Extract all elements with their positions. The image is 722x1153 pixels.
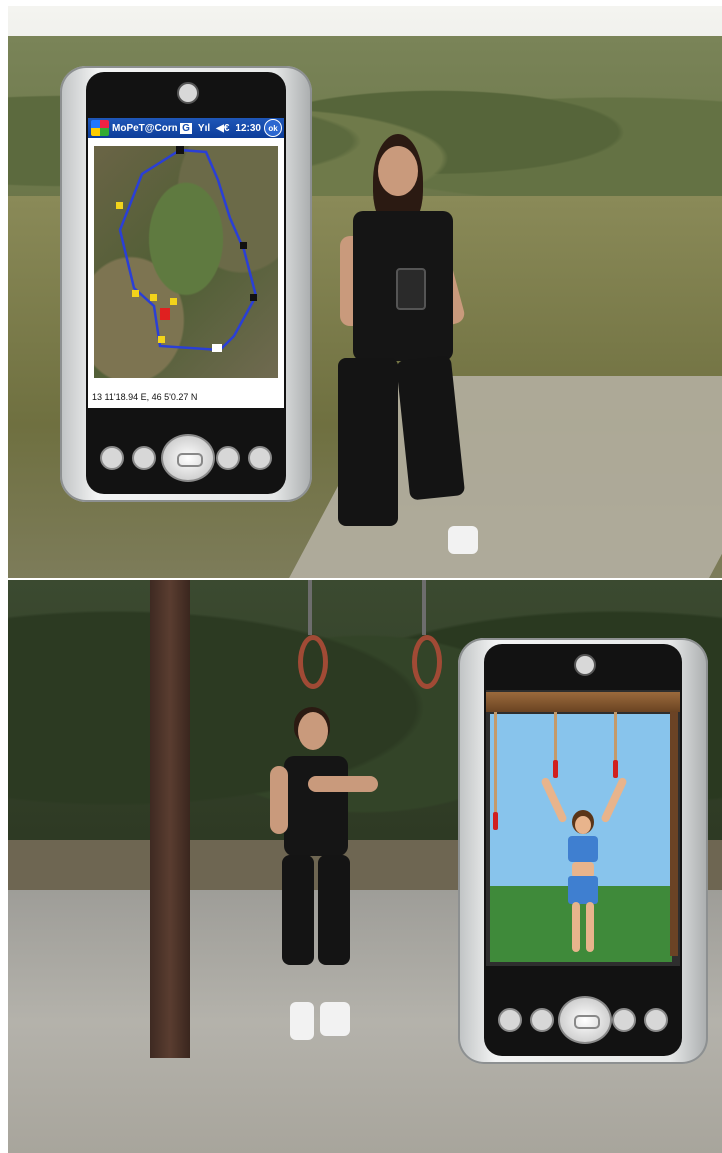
current-position-marker (160, 308, 170, 320)
pda-screen (486, 690, 680, 966)
hardware-button-2[interactable] (530, 1008, 554, 1032)
wooden-beam (486, 692, 680, 712)
running-scene: MoPeT@Cormor G Yıl ◀€ 12:30 ok (8, 6, 722, 578)
gymnastic-ring (412, 635, 442, 689)
ring-handle (493, 812, 498, 830)
volume-icon[interactable]: ◀€ (216, 123, 229, 134)
pda-avatar-device (458, 638, 708, 1064)
windows-start-icon[interactable] (91, 120, 109, 136)
armband-pda (396, 268, 426, 310)
hardware-button-3[interactable] (216, 446, 240, 470)
waypoint-marker (158, 336, 165, 343)
hardware-button-3[interactable] (612, 1008, 636, 1032)
3d-scene (486, 690, 680, 966)
pda-map-device: MoPeT@Cormor G Yıl ◀€ 12:30 ok (60, 66, 312, 502)
hardware-button-1[interactable] (498, 1008, 522, 1032)
waypoint-marker (240, 242, 247, 249)
hardware-button-4[interactable] (248, 446, 272, 470)
ok-button[interactable]: ok (264, 119, 282, 137)
satellite-map[interactable] (94, 146, 278, 378)
waypoint-marker (150, 294, 157, 301)
navigation-pad[interactable] (161, 434, 215, 482)
waypoint-marker (170, 298, 177, 305)
app-title: MoPeT@Cormor (112, 122, 178, 134)
ring-chain (422, 580, 426, 635)
waypoint-markers (116, 146, 257, 352)
photo-collage: MoPeT@Cormor G Yıl ◀€ 12:30 ok (0, 0, 722, 1153)
hardware-buttons (484, 990, 682, 1050)
navigation-pad[interactable] (558, 996, 612, 1044)
hardware-button-1[interactable] (100, 446, 124, 470)
waypoint-marker (116, 202, 123, 209)
camera-icon (177, 82, 199, 104)
hardware-buttons (86, 428, 286, 488)
gps-coordinates: 13 11'18.94 E, 46 5'0.27 N (92, 392, 197, 402)
virtual-rope (554, 712, 557, 762)
virtual-post (670, 712, 678, 956)
hardware-button-2[interactable] (132, 446, 156, 470)
virtual-rope (494, 712, 497, 812)
wooden-pole (150, 580, 190, 1058)
route-overlay (116, 146, 258, 352)
rings-scene (8, 580, 722, 1153)
waypoint-marker (176, 146, 184, 154)
waypoint-marker (250, 294, 257, 301)
clock[interactable]: 12:30 (235, 123, 261, 134)
signal-icon[interactable]: Yıl (198, 123, 210, 134)
gymnastic-ring (298, 635, 328, 689)
ring-handle (553, 760, 558, 778)
gprs-icon[interactable]: G (180, 122, 192, 134)
ring-handle (613, 760, 618, 778)
pda-screen: MoPeT@Cormor G Yıl ◀€ 12:30 ok (88, 118, 284, 408)
virtual-rope (614, 712, 617, 762)
camera-icon (574, 654, 596, 676)
waypoint-marker (132, 290, 139, 297)
ring-chain (308, 580, 312, 635)
taskbar: MoPeT@Cormor G Yıl ◀€ 12:30 ok (88, 118, 284, 138)
hardware-button-4[interactable] (644, 1008, 668, 1032)
waypoint-marker (212, 344, 222, 352)
coordinates-text: 13 11'18.94 E, 46 5'0.27 N (92, 392, 198, 402)
